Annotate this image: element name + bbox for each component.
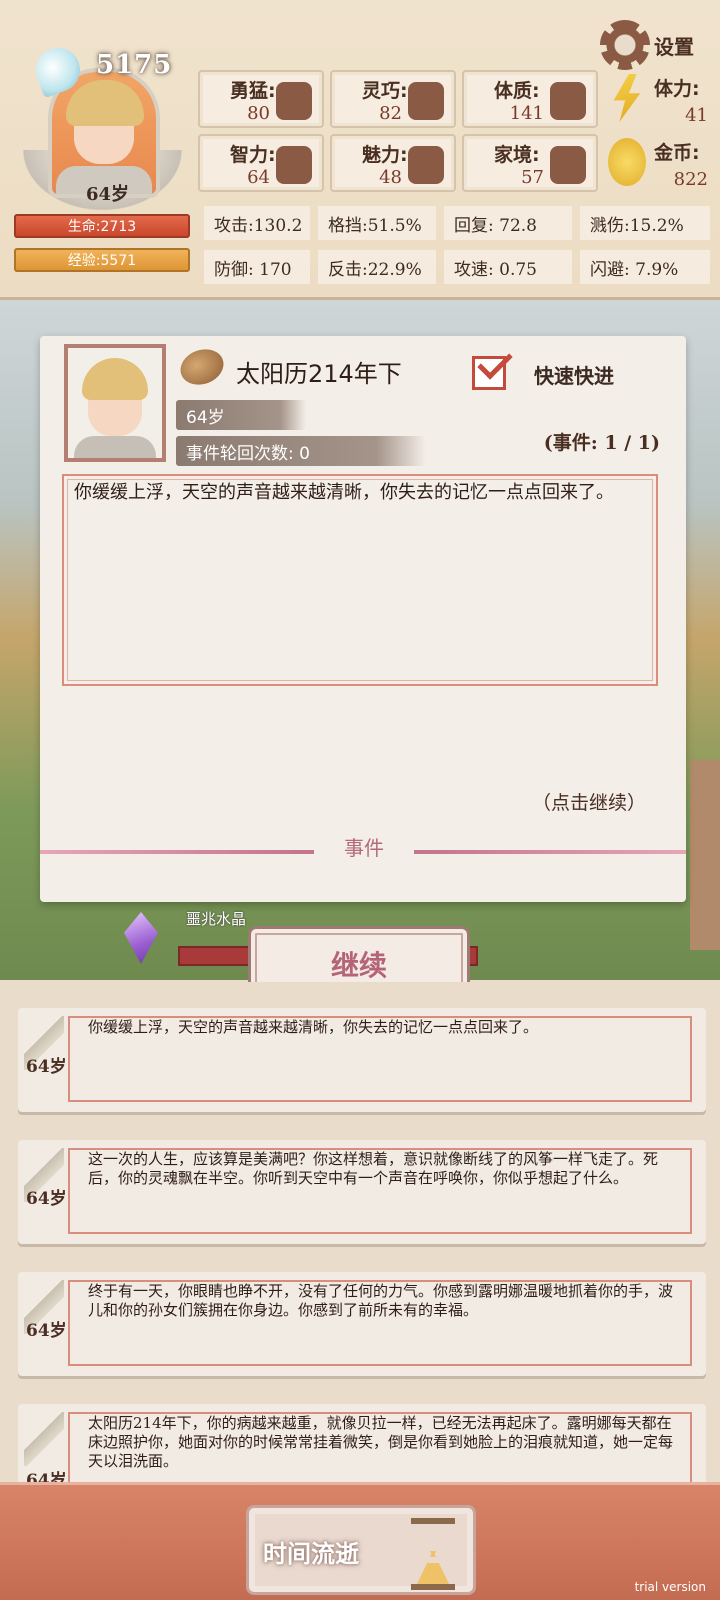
- event-age: 64岁: [176, 400, 306, 430]
- muscle-arm-icon: [550, 82, 586, 120]
- log-age: 64岁: [26, 1189, 67, 1209]
- combat-stat-defense: 防御: 170: [204, 250, 310, 284]
- log-text: 你缓缓上浮，天空的声音越来越清晰，你失去的记忆一点点回来了。: [88, 1018, 539, 1036]
- stat-value: 57: [521, 167, 544, 188]
- combat-stat-regen: 回复: 72.8: [444, 206, 572, 240]
- combat-stat-dodge: 闪避: 7.9%: [580, 250, 710, 284]
- stat-label: 家境:: [494, 144, 540, 166]
- time-passes-button[interactable]: 时间流逝: [246, 1505, 476, 1595]
- event-cycle-count: 事件轮回次数: 0: [176, 436, 426, 466]
- stat-label: 体力:: [654, 78, 700, 100]
- status-panel: 设置 5175 64岁 生命:2713 经验:5571 勇猛: 80 灵巧: 8…: [0, 0, 720, 300]
- event-counter: (事件: 1 / 1): [543, 432, 660, 454]
- stat-label: 智力:: [230, 144, 276, 166]
- stat-gold[interactable]: 金币: 822: [604, 134, 714, 192]
- combat-stat-splash: 溅伤:15.2%: [580, 206, 710, 240]
- log-item: 64岁 这一次的人生，应该算是美满吧？你这样想着，意识就像断线了的风筝一样飞走了…: [18, 1140, 706, 1244]
- log-text: 终于有一天，你眼睛也睁不开，没有了任何的力气。你感到露明娜温暖地抓着你的手，波儿…: [88, 1282, 674, 1319]
- combat-stat-attack-speed: 攻速: 0.75: [444, 250, 572, 284]
- crystal-label: 噩兆水晶: [186, 910, 247, 928]
- click-continue-hint[interactable]: （点击继续）: [532, 788, 646, 815]
- player-avatar[interactable]: 5175 64岁: [10, 40, 195, 220]
- bean-icon: [175, 343, 229, 391]
- gear-icon: [600, 20, 650, 70]
- fast-forward-label[interactable]: 快速快进: [534, 360, 614, 389]
- event-text: 你缓缓上浮，天空的声音越来越清晰，你失去的记忆一点点回来了。: [74, 482, 614, 503]
- stat-value: 82: [379, 103, 402, 124]
- log-age: 64岁: [26, 1057, 67, 1077]
- stat-label: 魅力:: [362, 144, 408, 166]
- hourglass-icon: [411, 1518, 455, 1590]
- stat-value: 822: [673, 169, 708, 190]
- stat-value: 64: [247, 167, 270, 188]
- stat-constitution[interactable]: 体质: 141: [462, 70, 598, 128]
- bottom-bar: 时间流逝 trial version: [0, 1482, 720, 1600]
- flower-icon: [408, 146, 444, 184]
- avatar-hair: [66, 80, 144, 126]
- stat-value: 80: [247, 103, 270, 124]
- lightning-icon: [613, 74, 641, 122]
- trial-version-label: trial version: [634, 1580, 706, 1594]
- checkmark-icon: [477, 344, 513, 380]
- stat-value: 48: [379, 167, 402, 188]
- settings-button[interactable]: 设置: [600, 14, 712, 76]
- age-badge: 64岁: [86, 184, 130, 205]
- stat-intelligence[interactable]: 智力: 64: [198, 134, 324, 192]
- event-era: 太阳历214年下: [236, 360, 402, 388]
- house-decoration: [690, 760, 720, 950]
- settings-label: 设置: [654, 34, 694, 59]
- exp-bar: 经验:5571: [14, 248, 190, 272]
- coin-hand-icon: [550, 146, 586, 184]
- hp-bar: 生命:2713: [14, 214, 190, 238]
- fist-icon: [276, 82, 312, 120]
- feather-icon: [24, 1412, 64, 1466]
- stat-label: 灵巧:: [362, 80, 408, 102]
- history-log[interactable]: 64岁 你缓缓上浮，天空的声音越来越清晰，你失去的记忆一点点回来了。 64岁 这…: [0, 982, 720, 1508]
- combat-stat-attack: 攻击:130.2: [204, 206, 310, 240]
- portrait-shirt: [74, 436, 156, 458]
- event-text-box: 你缓缓上浮，天空的声音越来越清晰，你失去的记忆一点点回来了。: [62, 474, 658, 686]
- fast-forward-checkbox[interactable]: [472, 344, 513, 390]
- stat-stamina[interactable]: 体力: 41: [604, 70, 714, 128]
- log-age: 64岁: [26, 1321, 67, 1341]
- stat-label: 勇猛:: [230, 80, 276, 102]
- cloak-icon: [408, 82, 444, 120]
- portrait-hair: [82, 358, 148, 400]
- stat-value: 141: [509, 103, 544, 124]
- stat-family[interactable]: 家境: 57: [462, 134, 598, 192]
- combat-stat-counter: 反击:22.9%: [318, 250, 436, 284]
- log-text: 这一次的人生，应该算是美满吧？你这样想着，意识就像断线了的风筝一样飞走了。死后，…: [88, 1150, 659, 1187]
- event-dialog[interactable]: 太阳历214年下 64岁 事件轮回次数: 0 快速快进 (事件: 1 / 1) …: [40, 336, 686, 902]
- log-item: 64岁 你缓缓上浮，天空的声音越来越清晰，你失去的记忆一点点回来了。: [18, 1008, 706, 1112]
- stat-charm[interactable]: 魅力: 48: [330, 134, 456, 192]
- stat-value: 41: [685, 105, 708, 126]
- stat-dexterity[interactable]: 灵巧: 82: [330, 70, 456, 128]
- log-item: 64岁 终于有一天，你眼睛也睁不开，没有了任何的力气。你感到露明娜温暖地抓着你的…: [18, 1272, 706, 1376]
- time-passes-label: 时间流逝: [263, 1540, 359, 1568]
- gold-coin-icon: [608, 138, 646, 186]
- log-text: 太阳历214年下，你的病越来越重，就像贝拉一样，已经无法再起床了。露明娜每天都在…: [88, 1414, 674, 1470]
- combat-stat-block: 格挡:51.5%: [318, 206, 436, 240]
- event-portrait: [64, 344, 166, 462]
- event-footer-label: 事件: [314, 832, 414, 868]
- power-value: 5175: [96, 50, 173, 80]
- stat-label: 金币:: [654, 142, 700, 164]
- stat-label: 体质:: [494, 80, 540, 102]
- brain-icon: [276, 146, 312, 184]
- stat-bravery[interactable]: 勇猛: 80: [198, 70, 324, 128]
